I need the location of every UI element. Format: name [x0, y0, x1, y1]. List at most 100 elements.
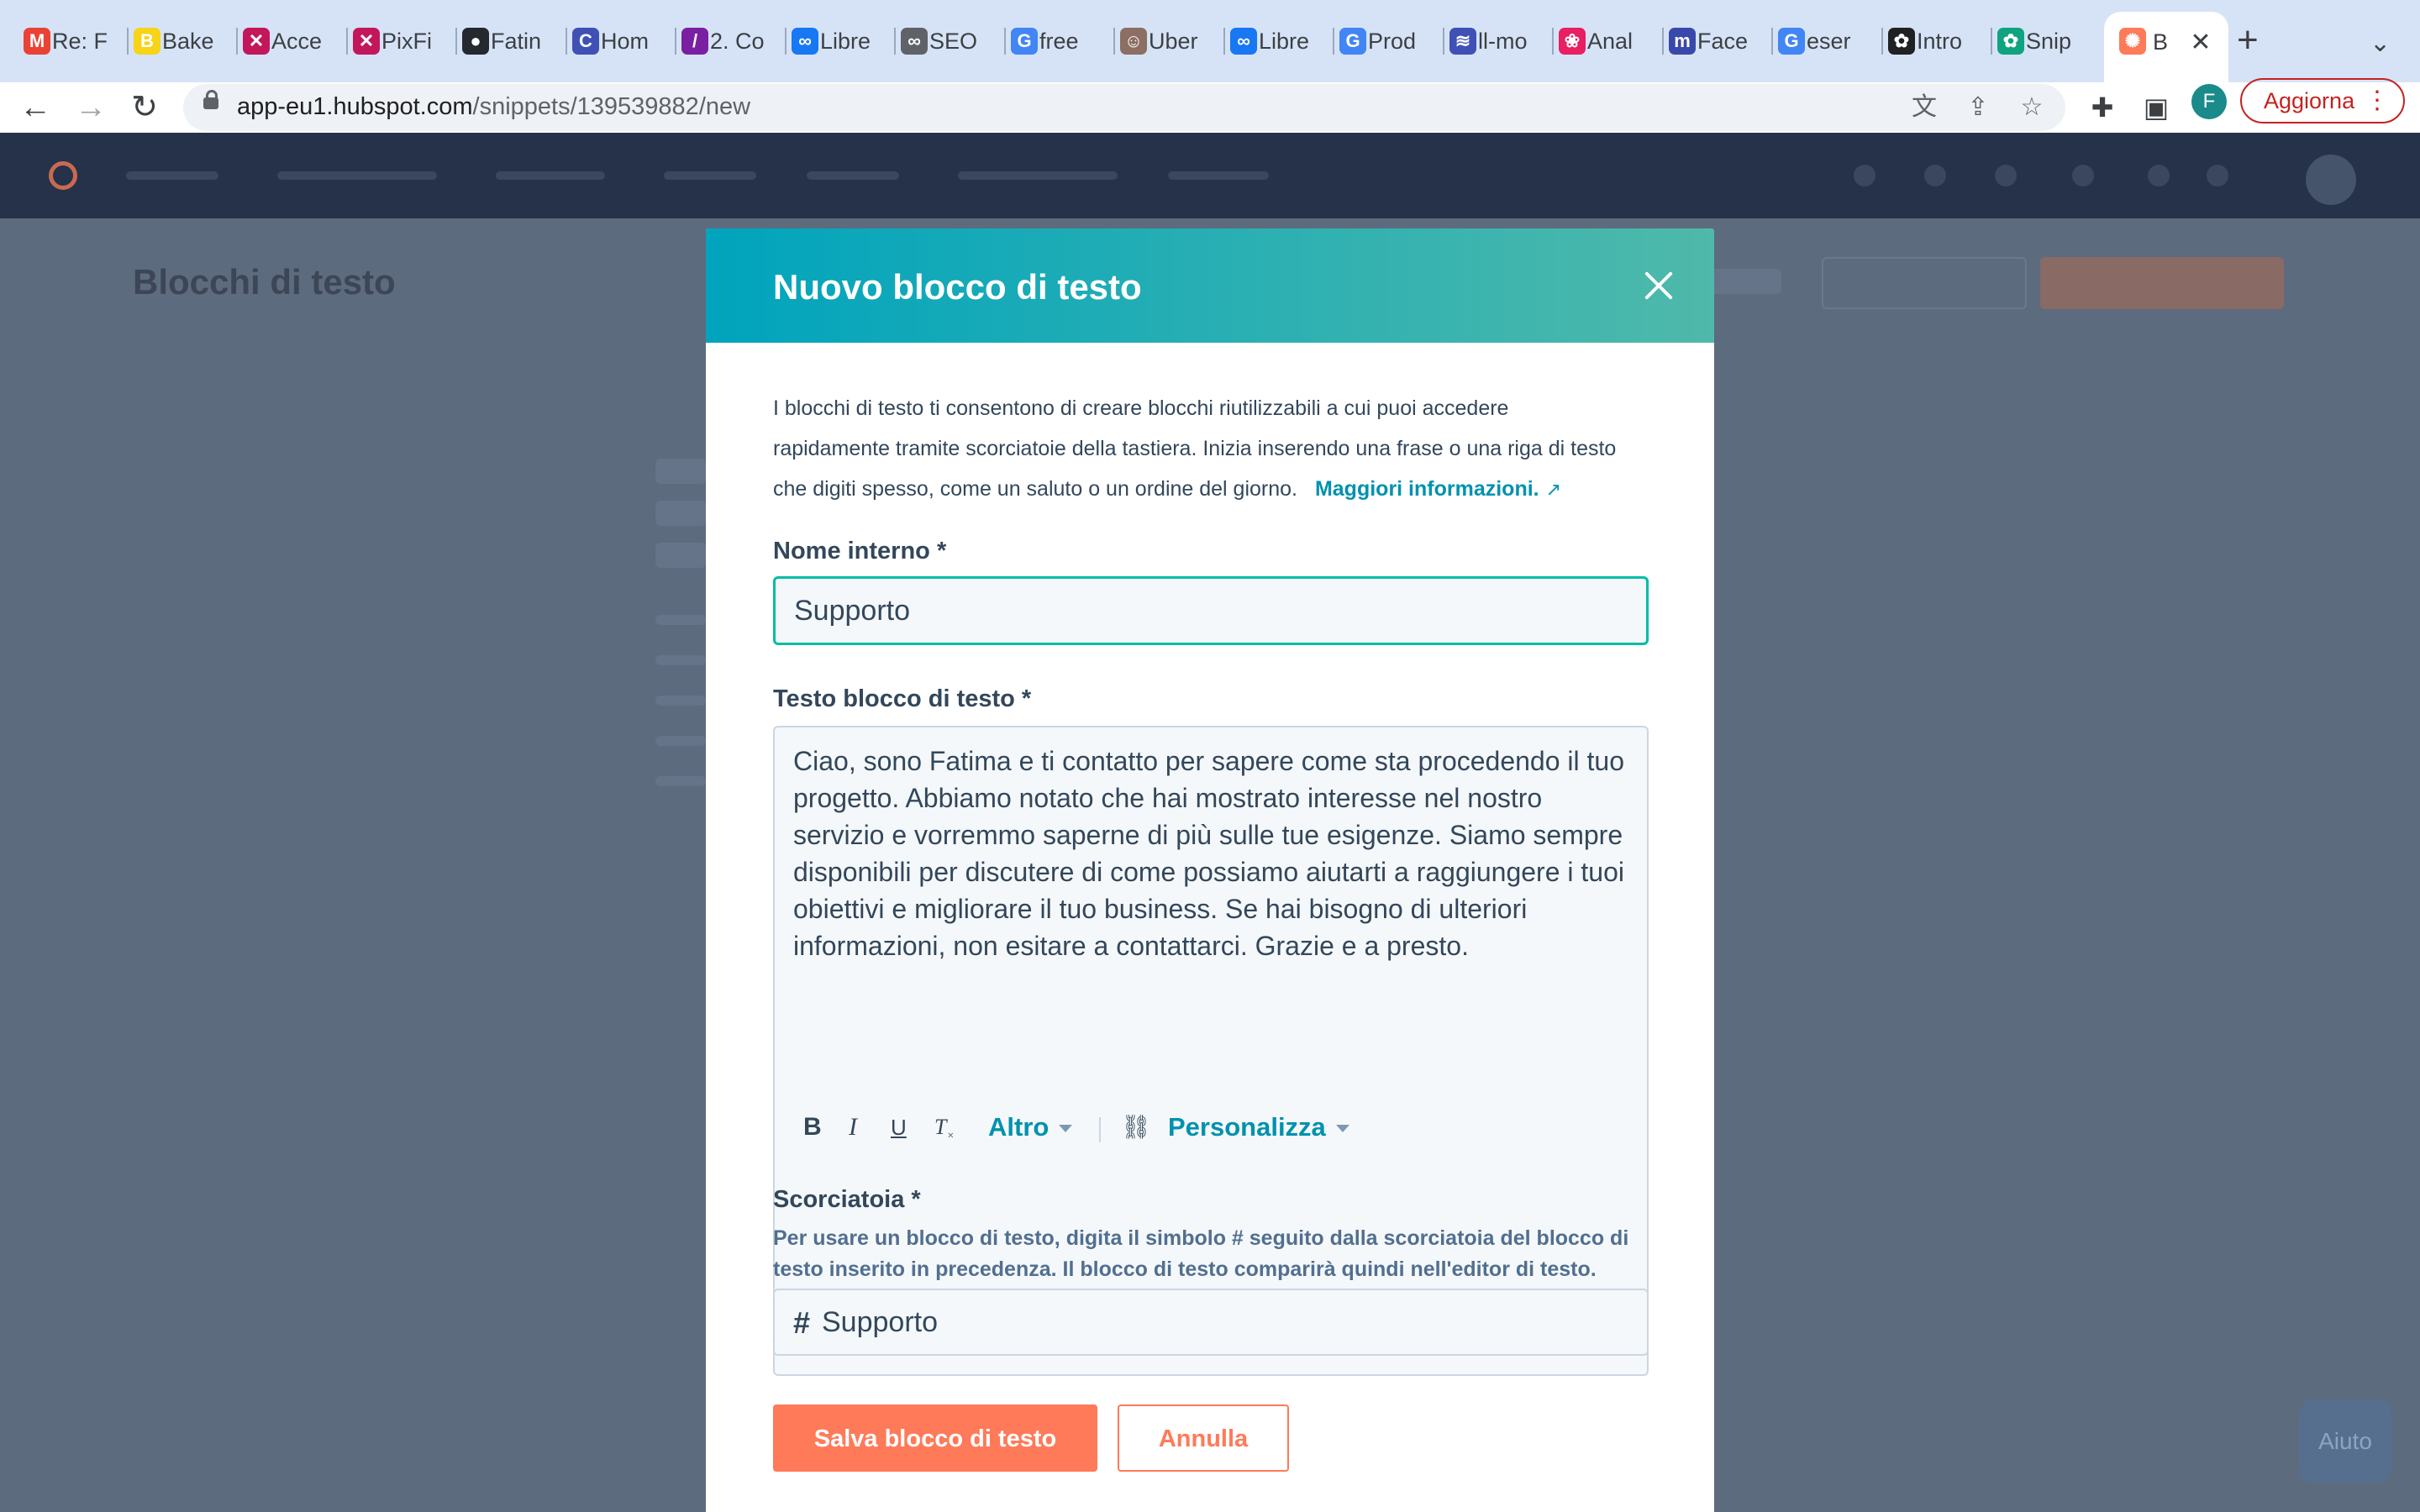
- tab-title: Uber: [1149, 29, 1198, 54]
- ghost-button[interactable]: [1822, 257, 2027, 309]
- tab-title: Acce: [271, 29, 323, 54]
- tab-separator: [1552, 28, 1554, 55]
- help-icon[interactable]: [2072, 165, 2094, 186]
- snippet-text-label: Testo blocco di testo *: [773, 685, 1032, 712]
- learn-more-link[interactable]: Maggiori informazioni.: [1315, 477, 1539, 501]
- notifications-icon[interactable]: [2207, 165, 2228, 186]
- nav-item[interactable]: [1168, 171, 1269, 180]
- extensions-icon[interactable]: ✚: [2086, 91, 2119, 124]
- external-link-icon[interactable]: ↗: [1546, 479, 1561, 500]
- tab[interactable]: ∞ Libre: [792, 15, 891, 67]
- tab-separator: [1881, 28, 1883, 55]
- cancel-button[interactable]: Annulla: [1118, 1404, 1289, 1472]
- tab[interactable]: ✿ Snip: [1997, 15, 2096, 67]
- nav-item[interactable]: [664, 171, 756, 180]
- insert-link-icon[interactable]: ⛓: [1121, 1109, 1151, 1146]
- tab-title: 2. Co: [710, 29, 765, 54]
- update-button[interactable]: Aggiorna ⋮: [2240, 78, 2405, 123]
- personalize-label: Personalizza: [1168, 1112, 1326, 1142]
- underline-icon[interactable]: U: [891, 1109, 907, 1146]
- bold-icon[interactable]: B: [803, 1109, 822, 1146]
- tab[interactable]: ✕ PixFi: [353, 15, 452, 67]
- italic-icon[interactable]: I: [849, 1109, 857, 1146]
- more-dropdown[interactable]: Altro: [988, 1109, 1073, 1146]
- profile-avatar[interactable]: F: [2191, 84, 2227, 119]
- nav-item[interactable]: [277, 171, 437, 180]
- tab[interactable]: C Hom: [572, 15, 671, 67]
- tab[interactable]: /2. Co: [681, 15, 781, 67]
- page-title: Blocchi di testo: [133, 262, 396, 302]
- tab[interactable]: ≋ ll-mo: [1449, 15, 1549, 67]
- tab[interactable]: ✿ Intro: [1888, 15, 1987, 67]
- tab-title: Re: F: [52, 29, 108, 54]
- tab[interactable]: Geser: [1778, 15, 1877, 67]
- close-icon[interactable]: [1639, 265, 1679, 306]
- tab[interactable]: ● Fatin: [462, 15, 561, 67]
- tab[interactable]: Gfree: [1011, 15, 1110, 67]
- tab[interactable]: M Re: F: [24, 15, 123, 67]
- shortcut-label: Scorciatoia *: [773, 1186, 921, 1213]
- hubspot-logo-icon[interactable]: [49, 161, 77, 190]
- tab-title: Libre: [1259, 29, 1310, 54]
- ghost-link[interactable]: [1706, 269, 1781, 294]
- shortcut-field[interactable]: #: [773, 1289, 1649, 1356]
- hash-prefix: #: [793, 1305, 811, 1340]
- settings-icon[interactable]: [2148, 165, 2170, 186]
- share-icon[interactable]: ⇪: [1961, 91, 1995, 124]
- tab-title: Fatin: [491, 29, 542, 54]
- skeleton-line: [655, 776, 706, 786]
- avatar-icon: ☺: [1120, 28, 1147, 55]
- tab-title: Face: [1697, 29, 1749, 54]
- tab-separator: [1004, 28, 1006, 55]
- calling-icon[interactable]: [1924, 165, 1946, 186]
- address-bar[interactable]: app-eu1.hubspot.com/snippets/139539882/n…: [183, 84, 2065, 131]
- skeleton-line: [655, 459, 706, 484]
- tab[interactable]: B Bake: [134, 15, 233, 67]
- tab[interactable]: ❀ Anal: [1559, 15, 1658, 67]
- reload-icon[interactable]: ↻: [126, 89, 163, 126]
- marketplace-icon[interactable]: [1995, 165, 2017, 186]
- app-icon: /: [681, 28, 708, 55]
- back-icon[interactable]: ←: [17, 89, 54, 126]
- bookmark-star-icon[interactable]: ☆: [2015, 91, 2049, 124]
- search-icon[interactable]: [1854, 165, 1876, 186]
- personalize-dropdown[interactable]: Personalizza: [1168, 1109, 1349, 1146]
- account-avatar[interactable]: [2306, 155, 2356, 205]
- tab[interactable]: ∞ Libre: [1230, 15, 1329, 67]
- tab-close-icon[interactable]: ✕: [2188, 30, 2213, 55]
- tab[interactable]: ∞ SEO: [901, 15, 1000, 67]
- clear-format-icon[interactable]: T×: [934, 1109, 955, 1155]
- nav-item[interactable]: [807, 171, 899, 180]
- tab[interactable]: m Face: [1669, 15, 1768, 67]
- kebab-menu-icon[interactable]: ⋮: [2365, 80, 2390, 122]
- tab-separator: [1333, 28, 1334, 55]
- tab-title: free: [1039, 29, 1079, 54]
- tab[interactable]: ☺ Uber: [1120, 15, 1219, 67]
- nav-item[interactable]: [958, 171, 1118, 180]
- tab[interactable]: ✕ Acce: [243, 15, 342, 67]
- side-panel-icon[interactable]: ▣: [2139, 91, 2173, 124]
- tab-active[interactable]: ✺ B ✕: [2104, 12, 2228, 82]
- ghost-create-button[interactable]: [2040, 257, 2284, 309]
- shortcut-input[interactable]: [822, 1299, 1628, 1346]
- forward-icon[interactable]: →: [72, 89, 109, 126]
- new-tab-button[interactable]: +: [2237, 20, 2259, 60]
- tab-search-icon[interactable]: ⌄: [2370, 29, 2391, 58]
- google-icon: G: [1011, 28, 1038, 55]
- nav-item[interactable]: [126, 171, 218, 180]
- browser-tab-bar: M Re: F B Bake ✕ Acce ✕ PixFi ● Fatin C Hom/2. Co ∞ L…: [0, 0, 2420, 82]
- save-snippet-button[interactable]: Salva blocco di testo: [773, 1404, 1097, 1472]
- nav-item[interactable]: [496, 171, 605, 180]
- shortcut-help-text: Per usare un blocco di testo, digita il …: [773, 1226, 1629, 1281]
- internal-name-input[interactable]: [773, 576, 1649, 645]
- url-text[interactable]: app-eu1.hubspot.com/snippets/139539882/n…: [237, 93, 750, 121]
- help-widget-button[interactable]: Aiuto: [2299, 1399, 2391, 1483]
- tab-title: eser: [1807, 29, 1851, 54]
- modal-intro: I blocchi di testo ti consentono di crea…: [773, 388, 1630, 510]
- gmail-icon: M: [24, 28, 50, 55]
- tab-separator: [127, 28, 129, 55]
- translate-icon[interactable]: 文: [1907, 91, 1941, 124]
- snippet-text-content[interactable]: Ciao, sono Fatima e ti contatto per sape…: [793, 743, 1634, 964]
- tab[interactable]: G Prod: [1339, 15, 1439, 67]
- skeleton-line: [655, 696, 706, 706]
